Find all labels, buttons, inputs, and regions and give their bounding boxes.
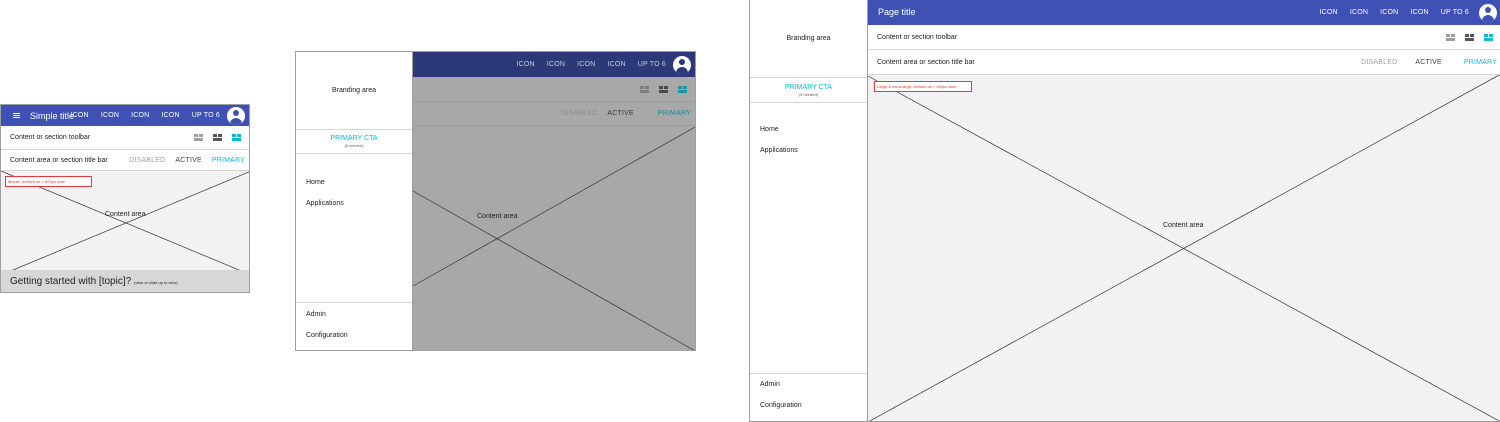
page-title: Page title (878, 7, 916, 17)
app-bar-action[interactable]: ICON (577, 61, 595, 68)
section-toolbar: Content or section toolbar (1, 126, 249, 150)
app-bar-action[interactable]: ICON (101, 112, 119, 119)
group-icon[interactable] (1446, 33, 1455, 41)
section-title-bar: Content area or section title bar DISABL… (1, 150, 249, 171)
group-icon[interactable] (1465, 33, 1474, 41)
account-circle-icon[interactable] (1479, 3, 1497, 22)
navigation-drawer: Branding area PRIMARY CTA (if needed) Ho… (296, 52, 413, 350)
content-area-label: Content area (105, 211, 146, 218)
section-title-bar: Content area or section title bar DISABL… (868, 50, 1500, 75)
account-circle-icon[interactable] (227, 106, 245, 125)
group-icon[interactable] (213, 134, 222, 141)
app-bar-action[interactable]: UP TO 6 (192, 112, 220, 119)
content-area-label: Content area (1163, 222, 1204, 229)
disabled-button: DISABLED (129, 156, 166, 164)
app-bar-action[interactable]: UP TO 6 (1441, 9, 1469, 16)
nav-item-applications[interactable]: Applications (306, 200, 344, 207)
title-bar-label: Content area or section title bar (877, 58, 975, 66)
app-bar-action[interactable]: ICON (1410, 9, 1428, 16)
app-bar-action[interactable]: ICON (547, 61, 565, 68)
app-bar-action[interactable]: UP TO 6 (638, 61, 666, 68)
primary-button[interactable]: PRIMARY (212, 157, 245, 164)
breakpoint-note: Large & extra large: defined as > 960px … (874, 81, 972, 92)
app-bar-action[interactable]: ICON (1350, 9, 1368, 16)
primary-cta-button[interactable]: PRIMARY CTA (if needed) (296, 130, 412, 154)
nav-item-applications[interactable]: Applications (760, 147, 798, 154)
tablet-wireframe: ICON ICON ICON ICON UP TO 6 DISABLED ACT… (295, 51, 696, 351)
app-bar-action[interactable]: ICON (161, 112, 179, 119)
primary-button[interactable]: PRIMARY (1464, 59, 1497, 66)
cta-label: PRIMARY CTA (784, 83, 833, 91)
group-icon[interactable] (1484, 33, 1493, 41)
bottom-sheet[interactable]: Getting started with [topic]? (click or … (1, 270, 249, 292)
account-circle-icon[interactable] (673, 55, 691, 74)
drawer-divider (750, 373, 867, 374)
group-icon[interactable] (659, 85, 668, 93)
navigation-drawer: Branding area PRIMARY CTA (if needed) Ho… (750, 0, 868, 421)
app-bar-action[interactable]: ICON (1320, 9, 1338, 16)
drawer-divider (296, 302, 412, 303)
active-button[interactable]: ACTIVE (175, 157, 201, 164)
mobile-wireframe: Simple title ICON ICON ICON ICON UP TO 6… (0, 104, 250, 293)
disabled-button: DISABLED (561, 110, 598, 117)
cta-sub-label: (if needed) (798, 91, 819, 97)
content-area-label: Content area (477, 213, 518, 220)
title-bar-label: Content area or section title bar (10, 156, 108, 164)
active-button[interactable]: ACTIVE (607, 110, 633, 117)
app-bar-action[interactable]: ICON (131, 112, 149, 119)
toolbar-label: Content or section toolbar (10, 134, 91, 141)
group-icon[interactable] (194, 134, 203, 141)
toolbar-label: Content or section toolbar (877, 33, 958, 41)
bottom-sheet-hint: (click or slide up to view) (134, 279, 178, 285)
section-title-bar: DISABLED ACTIVE PRIMARY (413, 102, 695, 126)
app-bar: Page title ICON ICON ICON ICON UP TO 6 (868, 0, 1500, 25)
group-icon[interactable] (678, 85, 687, 93)
branding-area: Branding area (750, 0, 867, 78)
page-title: Simple title (30, 111, 75, 121)
nav-item-home[interactable]: Home (760, 126, 779, 133)
app-bar-action[interactable]: ICON (517, 61, 535, 68)
nav-item-configuration[interactable]: Configuration (306, 332, 348, 339)
breakpoint-note: Mobile: defined as < 600px wide (5, 176, 92, 187)
primary-cta-button[interactable]: PRIMARY CTA (if needed) (750, 78, 867, 103)
bottom-sheet-title: Getting started with [topic]? (10, 275, 132, 287)
branding-area: Branding area (296, 52, 412, 130)
section-toolbar: Content or section toolbar (868, 25, 1500, 50)
cta-sub-label: (if needed) (344, 143, 364, 148)
app-bar-action[interactable]: ICON (607, 61, 625, 68)
app-bar-action[interactable]: ICON (1380, 9, 1398, 16)
disabled-button: DISABLED (1361, 58, 1398, 66)
nav-item-admin[interactable]: Admin (306, 311, 326, 318)
desktop-wireframe: Branding area PRIMARY CTA (if needed) Ho… (749, 0, 1500, 422)
app-bar-action[interactable]: ICON (71, 112, 89, 119)
active-button[interactable]: ACTIVE (1415, 59, 1441, 66)
primary-button[interactable]: PRIMARY (658, 110, 691, 117)
menu-icon[interactable] (13, 113, 20, 118)
cta-label: PRIMARY CTA (330, 135, 378, 142)
group-icon[interactable] (232, 134, 241, 141)
section-toolbar (413, 77, 695, 102)
nav-item-home[interactable]: Home (306, 179, 325, 186)
nav-item-configuration[interactable]: Configuration (760, 402, 802, 409)
group-icon[interactable] (640, 85, 649, 93)
nav-item-admin[interactable]: Admin (760, 381, 780, 388)
app-bar: Simple title ICON ICON ICON ICON UP TO 6 (1, 105, 249, 126)
